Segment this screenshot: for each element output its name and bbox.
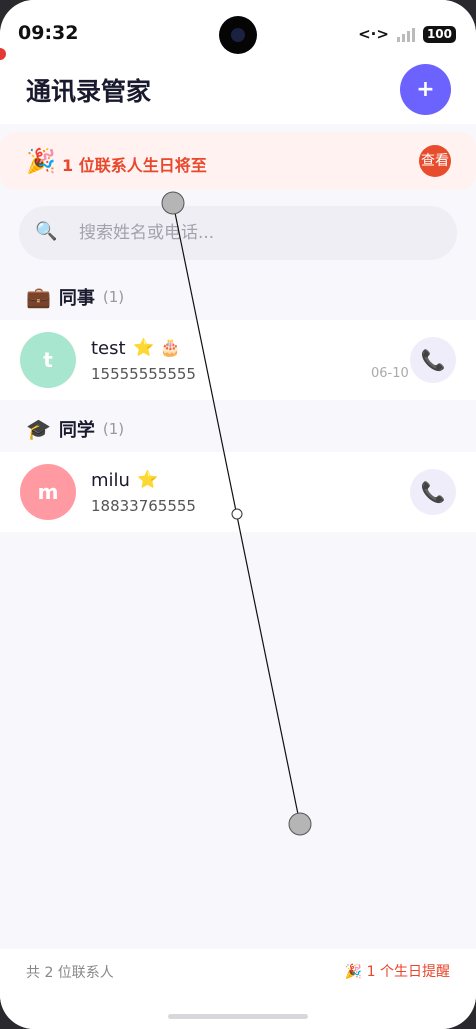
avatar: t (20, 332, 76, 388)
app-header: 通讯录管家 + (0, 62, 476, 124)
group-count: (1) (102, 288, 125, 306)
graduation-cap-icon: 🎓 (26, 417, 51, 441)
add-contact-button[interactable]: + (400, 64, 451, 115)
birthday-banner[interactable]: 🎉 1 位联系人生日将至 查看 (0, 132, 476, 190)
briefcase-icon: 💼 (26, 285, 51, 309)
group-header-colleagues[interactable]: 💼 同事 (1) (26, 283, 124, 311)
page-title: 通讯录管家 (26, 77, 152, 106)
phone-icon: 📞 (420, 348, 446, 372)
call-button[interactable]: 📞 (410, 469, 456, 515)
group-name: 同事 (58, 288, 95, 309)
star-icon: ⭐ (137, 470, 159, 490)
call-button[interactable]: 📞 (410, 337, 456, 383)
phone-icon: 📞 (420, 480, 446, 504)
contact-row[interactable]: t test ⭐ 🎂 15555555555 06-10 📞 (0, 320, 476, 400)
birthday-date: 06-10 (371, 366, 409, 381)
party-icon: 🎉 (26, 147, 56, 175)
signal-icon (396, 27, 415, 42)
status-time: 09:32 (18, 22, 79, 44)
status-icons: <·> 100 (358, 24, 456, 44)
home-indicator[interactable] (168, 1014, 308, 1019)
app-screen: 09:32 <·> 100 通讯录管家 + 🎉 1 位联系人生日将至 查看 🔍 … (0, 0, 476, 1029)
network-icon: <·> (358, 25, 389, 43)
search-input[interactable] (79, 220, 439, 246)
contact-phone: 18833765555 (91, 497, 196, 515)
gesture-end-point (288, 812, 312, 836)
search-icon: 🔍 (35, 221, 58, 242)
birthday-reminder-count[interactable]: 🎉 1 个生日提醒 (345, 961, 450, 981)
contact-phone: 15555555555 (91, 365, 196, 383)
avatar: m (20, 464, 76, 520)
group-name: 同学 (58, 420, 95, 441)
group-count: (1) (102, 420, 125, 438)
birthday-banner-text: 1 位联系人生日将至 (62, 156, 207, 175)
contact-total: 共 2 位联系人 (26, 965, 114, 981)
front-camera (219, 16, 257, 54)
star-cake-icons: ⭐ 🎂 (133, 338, 181, 358)
contact-name: test (91, 338, 126, 359)
status-bar: 09:32 <·> 100 (0, 0, 476, 62)
view-birthday-button[interactable]: 查看 (419, 145, 451, 177)
contact-name: milu (91, 470, 130, 491)
group-header-classmates[interactable]: 🎓 同学 (1) (26, 415, 124, 443)
search-bar[interactable]: 🔍 (19, 206, 457, 260)
battery-icon: 100 (422, 25, 456, 43)
contact-row[interactable]: m milu ⭐ 18833765555 📞 (0, 452, 476, 532)
